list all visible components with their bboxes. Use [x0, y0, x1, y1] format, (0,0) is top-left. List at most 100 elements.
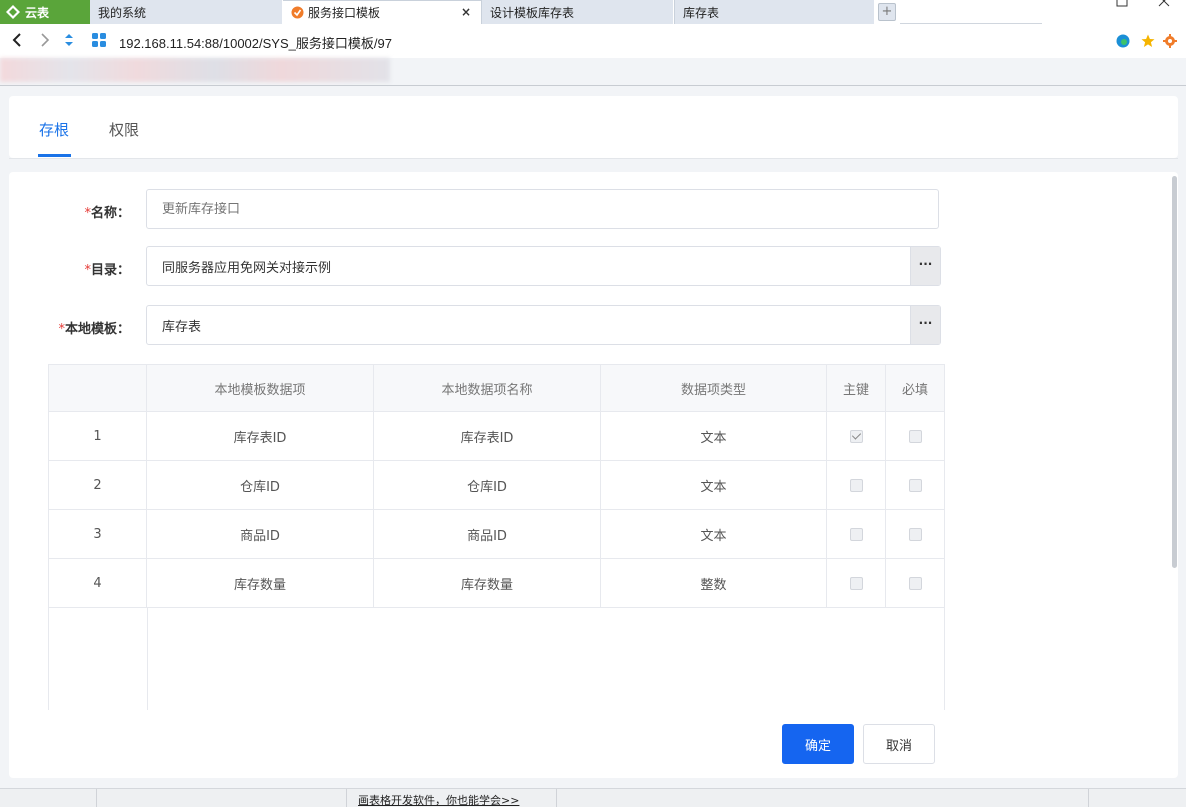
table-row[interactable]: 1 库存表ID 库存表ID 文本: [49, 412, 944, 461]
browser-tab-label: 服务接口模板: [308, 6, 381, 20]
yunbiao-logo-icon: [6, 5, 20, 19]
brand-tab[interactable]: 云表: [0, 0, 90, 24]
promo-link[interactable]: 画表格开发软件，你也能学会>>: [358, 792, 519, 807]
header-index: [49, 365, 147, 412]
primary-key-cell: [827, 559, 886, 607]
local-name-cell[interactable]: 商品ID: [374, 510, 601, 558]
local-name-cell[interactable]: 仓库ID: [374, 461, 601, 509]
table-row[interactable]: 3 商品ID 商品ID 文本: [49, 510, 944, 559]
local-template-browse-button[interactable]: ···: [910, 306, 940, 344]
address-bar: 192.168.11.54:88/10002/SYS_服务接口模板/97: [0, 24, 1186, 58]
table-row[interactable]: 2 仓库ID 仓库ID 文本: [49, 461, 944, 510]
primary-key-checkbox[interactable]: [849, 576, 863, 590]
table-gridline: [944, 365, 945, 710]
local-template-value: 库存表: [162, 319, 202, 335]
tabs-divider: [9, 158, 1178, 159]
service-favicon-icon: [291, 6, 304, 19]
refresh-icon[interactable]: [62, 32, 76, 48]
browser-tab-inventory[interactable]: 库存表: [674, 0, 874, 24]
url-text[interactable]: 192.168.11.54:88/10002/SYS_服务接口模板/97: [119, 33, 392, 52]
header-primary-key: 主键: [827, 365, 886, 412]
row-index: 2: [49, 461, 147, 509]
row-index: 4: [49, 559, 147, 607]
table-header: 本地模板数据项 本地数据项名称 数据项类型 主键 必填: [49, 365, 944, 412]
settings-gear-icon[interactable]: [1163, 34, 1177, 48]
row-index: 3: [49, 510, 147, 558]
favorite-star-icon[interactable]: [1141, 34, 1155, 48]
maximize-window-icon[interactable]: [1115, 0, 1129, 8]
browser-tab-label: 我的系统: [98, 5, 147, 20]
primary-key-checkbox-checked[interactable]: [849, 429, 863, 443]
browser-tab-strip: 云表 我的系统 服务接口模板 × 设计模板库存表 库存表 +: [0, 0, 1186, 24]
name-field[interactable]: [146, 189, 939, 229]
status-bar: 画表格开发软件，你也能学会>>: [0, 788, 1186, 807]
required-checkbox[interactable]: [908, 576, 922, 590]
type-cell[interactable]: 整数: [601, 559, 827, 607]
header-required: 必填: [901, 383, 928, 398]
template-item-cell[interactable]: 库存表ID: [147, 412, 374, 460]
directory-label-text: 目录：: [90, 263, 130, 278]
primary-key-checkbox[interactable]: [849, 527, 863, 541]
apps-grid-icon[interactable]: [91, 32, 107, 48]
primary-key-checkbox[interactable]: [849, 478, 863, 492]
local-template-label: *本地模板：: [30, 318, 130, 337]
status-separator: [1088, 789, 1089, 807]
browser-tab-my-system[interactable]: 我的系统: [90, 0, 282, 24]
required-cell: [886, 510, 944, 558]
tab-stub[interactable]: 存根: [39, 119, 69, 140]
local-name-cell[interactable]: 库存数量: [374, 559, 601, 607]
template-item-cell[interactable]: 库存数量: [147, 559, 374, 607]
confirm-button[interactable]: 确定: [782, 724, 854, 764]
active-tab-indicator: [38, 154, 71, 157]
edge-icon[interactable]: [1116, 34, 1130, 48]
close-window-icon[interactable]: [1157, 0, 1171, 8]
primary-key-cell: [827, 510, 886, 558]
status-separator: [96, 789, 97, 807]
type-cell[interactable]: 文本: [601, 461, 827, 509]
required-cell: [886, 559, 944, 607]
back-icon[interactable]: [10, 32, 24, 48]
primary-key-cell: [827, 461, 886, 509]
browser-tab-label: 设计模板库存表: [490, 5, 575, 20]
required-checkbox[interactable]: [908, 527, 922, 541]
template-item-cell[interactable]: 仓库ID: [147, 461, 374, 509]
directory-value: 同服务器应用免网关对接示例: [162, 260, 332, 276]
local-template-label-text: 本地模板：: [64, 322, 130, 337]
primary-key-cell: [827, 412, 886, 460]
cancel-button[interactable]: 取消: [863, 724, 935, 764]
name-label: *名称：: [60, 202, 130, 221]
directory-label: *目录：: [60, 259, 130, 278]
required-cell: [886, 461, 944, 509]
type-cell[interactable]: 文本: [601, 510, 827, 558]
required-checkbox[interactable]: [908, 478, 922, 492]
data-items-table: 本地模板数据项 本地数据项名称 数据项类型 主键 必填 1 库存表ID 库存表I…: [48, 364, 945, 710]
tab-permissions[interactable]: 权限: [109, 119, 139, 140]
row-index: 1: [49, 412, 147, 460]
status-separator: [556, 789, 557, 807]
required-cell: [886, 412, 944, 460]
template-item-cell[interactable]: 商品ID: [147, 510, 374, 558]
vertical-scrollbar[interactable]: [1172, 176, 1177, 568]
local-name-cell[interactable]: 库存表ID: [374, 412, 601, 460]
brand-tab-label: 云表: [25, 5, 50, 20]
required-checkbox[interactable]: [908, 429, 922, 443]
chrome-divider: [0, 85, 1186, 86]
forward-icon[interactable]: [38, 32, 52, 48]
name-input[interactable]: [162, 201, 938, 217]
header-local-name: 本地数据项名称: [374, 365, 601, 412]
browser-tab-service-template[interactable]: 服务接口模板 ×: [283, 0, 481, 24]
table-gridline: [147, 608, 148, 710]
browser-tab-design-inventory[interactable]: 设计模板库存表: [481, 0, 673, 24]
close-tab-icon[interactable]: ×: [461, 5, 471, 19]
local-template-field[interactable]: 库存表 ···: [146, 305, 941, 345]
status-separator: [346, 789, 347, 807]
header-type: 数据项类型: [601, 365, 827, 412]
blurred-bookmarks-bar: [0, 58, 390, 82]
directory-field[interactable]: 同服务器应用免网关对接示例 ···: [146, 246, 941, 286]
type-cell[interactable]: 文本: [601, 412, 827, 460]
name-label-text: 名称：: [90, 206, 130, 221]
page-tabs-card: 存根 权限: [9, 96, 1178, 158]
new-tab-button[interactable]: +: [878, 3, 896, 21]
table-row[interactable]: 4 库存数量 库存数量 整数: [49, 559, 944, 608]
directory-browse-button[interactable]: ···: [910, 247, 940, 285]
